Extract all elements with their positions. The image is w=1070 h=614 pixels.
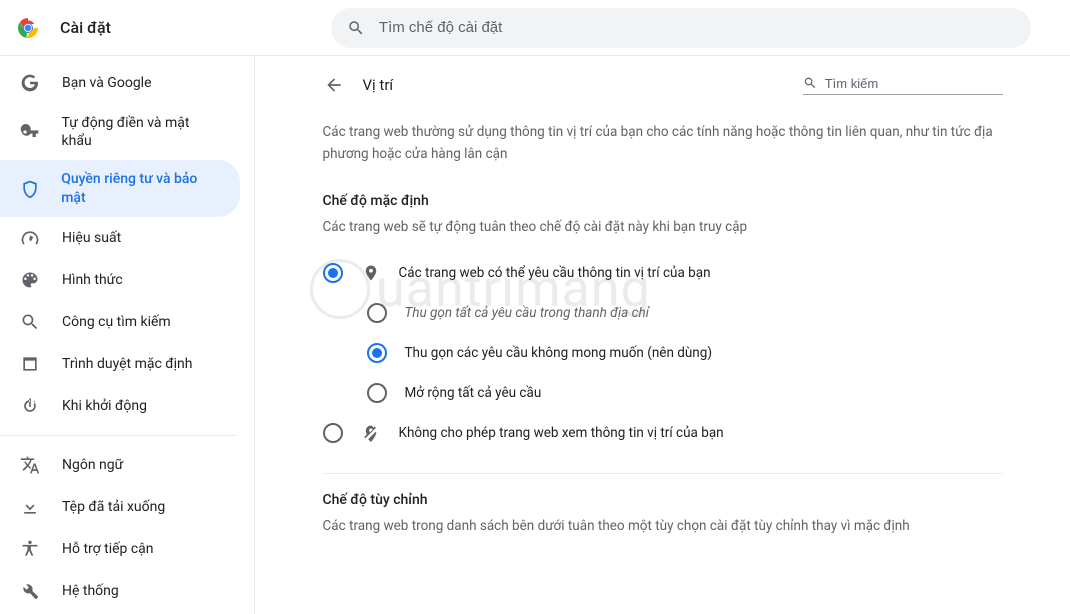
radio-label: Các trang web có thể yêu cầu thông tin v…	[399, 265, 711, 281]
translate-icon	[20, 454, 44, 476]
download-icon	[20, 496, 44, 518]
radio-label: Thu gọn các yêu cầu không mong muốn (nên…	[405, 345, 713, 361]
page-title: Vị trí	[363, 76, 394, 94]
sidebar-item-label: Ngôn ngữ	[62, 456, 123, 474]
radio-icon[interactable]	[367, 343, 387, 363]
sidebar-item-appearance[interactable]: Hình thức	[0, 259, 240, 301]
key-icon	[20, 121, 44, 143]
sidebar-item-label: Công cụ tìm kiếm	[62, 313, 171, 331]
sidebar-item-privacy-security[interactable]: Quyền riêng tư và bảo mật	[0, 160, 240, 216]
radio-collapse-unwanted[interactable]: Thu gọn các yêu cầu không mong muốn (nên…	[323, 333, 1003, 373]
radio-icon[interactable]	[323, 423, 343, 443]
custom-behavior-title: Chế độ tùy chỉnh	[323, 492, 1003, 508]
radio-icon[interactable]	[367, 303, 387, 323]
sidebar-item-label: Hệ thống	[62, 582, 119, 600]
panel-search-input[interactable]	[825, 76, 1003, 91]
sidebar-item-label: Hình thức	[62, 271, 123, 289]
arrow-left-icon	[324, 75, 344, 95]
default-behavior-sub: Các trang web sẽ tự động tuân theo chế đ…	[323, 219, 1003, 235]
accessibility-icon	[20, 538, 44, 560]
panel-header-row: Vị trí	[323, 74, 1003, 96]
radio-label: Mở rộng tất cả yêu cầu	[405, 385, 542, 401]
wrench-icon	[20, 580, 44, 602]
sidebar-item-label: Hỗ trợ tiếp cận	[62, 540, 154, 558]
chrome-logo-icon	[16, 16, 40, 40]
location-off-icon	[361, 423, 381, 443]
radio-collapse-all[interactable]: Thu gọn tất cả yêu cầu trong thanh địa c…	[323, 293, 1003, 333]
radio-expand-all[interactable]: Mở rộng tất cả yêu cầu	[323, 373, 1003, 413]
sidebar-item-on-startup[interactable]: Khi khởi động	[0, 385, 240, 427]
power-icon	[20, 395, 44, 417]
radio-sites-can-ask[interactable]: Các trang web có thể yêu cầu thông tin v…	[323, 253, 1003, 293]
search-icon	[20, 311, 44, 333]
header-search-input[interactable]	[379, 19, 1015, 36]
sidebar-item-performance[interactable]: Hiệu suất	[0, 217, 240, 259]
radio-icon[interactable]	[323, 263, 343, 283]
sidebar-item-label: Tệp đã tải xuống	[62, 498, 165, 516]
app-title: Cài đặt	[60, 18, 111, 37]
panel-search-box[interactable]	[803, 75, 1003, 95]
shield-icon	[20, 178, 43, 200]
sidebar-item-label: Trình duyệt mặc định	[62, 355, 193, 373]
sidebar-item-label: Tự động điền và mật khẩu	[62, 114, 220, 150]
palette-icon	[20, 269, 44, 291]
sidebar-item-languages[interactable]: Ngôn ngữ	[0, 444, 240, 486]
sidebar-item-downloads[interactable]: Tệp đã tải xuống	[0, 486, 240, 528]
location-pin-icon	[361, 263, 381, 283]
header-search-box[interactable]	[331, 8, 1031, 48]
sidebar-item-label: Bạn và Google	[62, 74, 152, 92]
main-content[interactable]: Vị trí Các trang web thường sử dụng thôn…	[255, 56, 1070, 614]
speedometer-icon	[20, 227, 44, 249]
sidebar-item-system[interactable]: Hệ thống	[0, 570, 240, 612]
sidebar-item-default-browser[interactable]: Trình duyệt mặc định	[0, 343, 240, 385]
search-icon	[803, 75, 817, 91]
sidebar-item-label: Khi khởi động	[62, 397, 147, 415]
google-g-icon	[20, 72, 44, 94]
sidebar-item-you-and-google[interactable]: Bạn và Google	[0, 62, 240, 104]
radio-block-sites[interactable]: Không cho phép trang web xem thông tin v…	[323, 413, 1003, 453]
section-separator	[323, 473, 1003, 474]
default-behavior-title: Chế độ mặc định	[323, 193, 1003, 209]
radio-label: Thu gọn tất cả yêu cầu trong thanh địa c…	[405, 305, 649, 321]
sidebar-scroll[interactable]: Bạn và Google Tự động điền và mật khẩu Q…	[0, 56, 255, 614]
app-header: Cài đặt	[0, 0, 1070, 56]
window-icon	[20, 353, 44, 375]
sidebar: Bạn và Google Tự động điền và mật khẩu Q…	[0, 56, 254, 614]
radio-icon[interactable]	[367, 383, 387, 403]
sidebar-item-label: Hiệu suất	[62, 229, 121, 247]
sidebar-item-autofill[interactable]: Tự động điền và mật khẩu	[0, 104, 240, 160]
intro-text: Các trang web thường sử dụng thông tin v…	[323, 122, 1003, 165]
sidebar-item-label: Quyền riêng tư và bảo mật	[61, 170, 220, 206]
custom-behavior-sub: Các trang web trong danh sách bên dưới t…	[323, 518, 1003, 534]
radio-label: Không cho phép trang web xem thông tin v…	[399, 425, 724, 441]
sidebar-item-search-engine[interactable]: Công cụ tìm kiếm	[0, 301, 240, 343]
sidebar-separator	[0, 435, 236, 436]
sidebar-item-accessibility[interactable]: Hỗ trợ tiếp cận	[0, 528, 240, 570]
back-button[interactable]	[323, 74, 345, 96]
search-icon	[347, 19, 365, 37]
